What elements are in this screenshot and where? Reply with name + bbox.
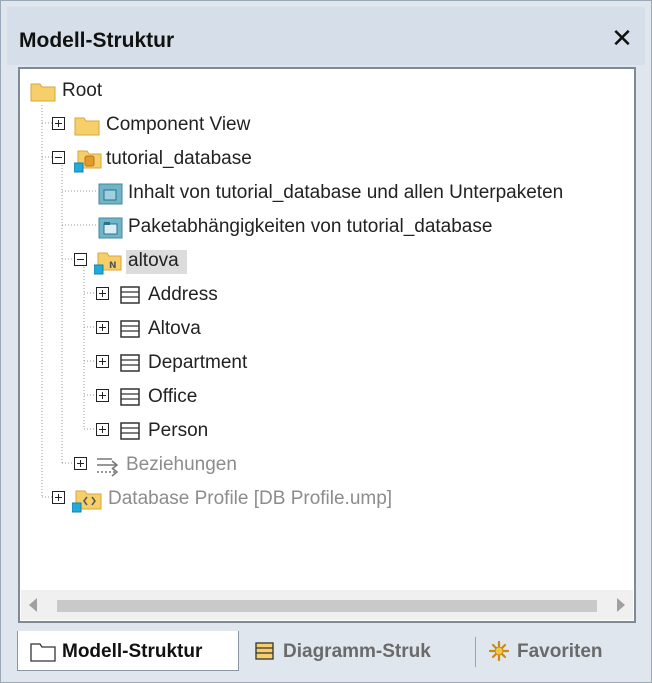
expand-plus-icon[interactable] <box>74 457 87 470</box>
table-icon <box>120 422 140 440</box>
tree-node-label: Person <box>148 420 209 441</box>
panel-tabs: Modell-Struktur Diagramm-Struk Favoriten <box>17 631 642 677</box>
table-icon <box>120 388 140 406</box>
namespace-package-icon: N <box>94 252 122 275</box>
scroll-left-arrow-icon[interactable] <box>29 598 37 612</box>
tab-model-tree[interactable]: Modell-Struktur <box>17 631 239 671</box>
tab-separator <box>475 637 476 667</box>
tab-label: Modell-Struktur <box>62 641 203 662</box>
expand-plus-icon[interactable] <box>96 355 109 368</box>
tab-label: Favoriten <box>517 641 603 662</box>
tab-favorites[interactable]: Favoriten <box>483 631 643 671</box>
diagram-icon <box>98 183 123 205</box>
expand-plus-icon[interactable] <box>96 321 109 334</box>
horizontal-scrollbar[interactable] <box>21 590 633 620</box>
star-icon <box>488 640 510 662</box>
package-diagram-icon <box>98 217 123 239</box>
folder-icon <box>74 117 100 136</box>
svg-text:N: N <box>109 261 117 271</box>
tree-node-label: Altova <box>148 318 201 339</box>
expand-plus-icon[interactable] <box>96 389 109 402</box>
tree-node-label: Root <box>62 80 103 101</box>
table-icon <box>120 320 140 338</box>
scroll-right-arrow-icon[interactable] <box>617 598 625 612</box>
close-icon[interactable]: ✕ <box>609 25 635 51</box>
tree-node-label: Office <box>148 386 198 407</box>
tab-diagram-tree[interactable]: Diagramm-Struk <box>249 631 471 671</box>
scrollbar-thumb[interactable] <box>57 600 597 612</box>
expand-plus-icon[interactable] <box>96 423 109 436</box>
tree-node-label: altova <box>126 250 187 274</box>
expand-plus-icon[interactable] <box>52 117 65 130</box>
collapse-minus-icon[interactable] <box>52 151 65 164</box>
tree-node-label: Component View <box>106 114 251 135</box>
tree-panel[interactable]: Root Component View tutorial_database In… <box>18 67 636 623</box>
profile-package-icon <box>72 490 102 513</box>
diagram-tree-icon <box>255 642 274 660</box>
relations-icon <box>97 458 119 477</box>
tree-node-label: Paketabhängigkeiten von tutorial_databas… <box>128 216 493 237</box>
title-bar: Modell-Struktur ✕ <box>7 7 645 65</box>
tree-node-label: Beziehungen <box>126 454 237 475</box>
table-icon <box>120 286 140 304</box>
folder-icon <box>30 83 56 102</box>
tree-node-label: Database Profile [DB Profile.ump] <box>108 488 393 509</box>
tree-node-label: Address <box>148 284 218 305</box>
database-package-icon <box>74 150 102 173</box>
tree-node-label: tutorial_database <box>106 148 252 169</box>
table-icon <box>120 354 140 372</box>
tree-node-label: Department <box>148 352 248 373</box>
tree-node-label: Inhalt von tutorial_database und allen U… <box>128 182 564 203</box>
collapse-minus-icon[interactable] <box>74 253 87 266</box>
window-title: Modell-Struktur <box>19 29 175 52</box>
expand-plus-icon[interactable] <box>96 287 109 300</box>
folder-icon <box>30 643 56 662</box>
expand-plus-icon[interactable] <box>52 491 65 504</box>
tab-label: Diagramm-Struk <box>283 641 431 662</box>
model-tree-window: Modell-Struktur ✕ Root Component View tu… <box>0 0 652 683</box>
